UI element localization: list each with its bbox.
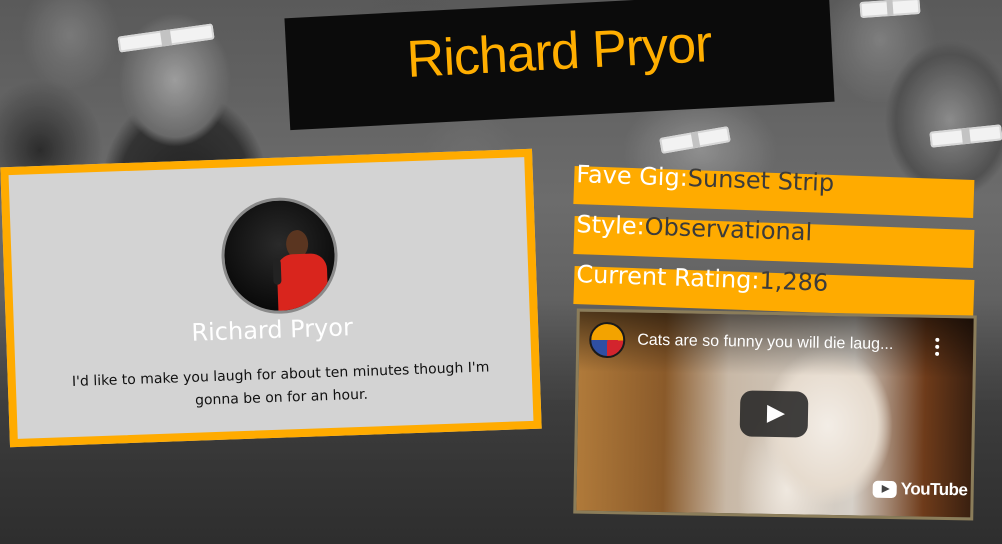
stat-value: 1,286 [759,266,829,297]
microphone-icon [272,258,282,285]
youtube-video-embed[interactable]: Cats are so funny you will die laug... Y… [573,308,977,521]
profile-name: Richard Pryor [190,313,354,347]
youtube-logo-text: YouTube [900,479,968,500]
stat-label: Style: [575,210,646,241]
avatar-suit [276,253,329,316]
3d-glasses [929,124,1002,148]
3d-glasses [117,23,215,53]
stat-label: Fave Gig: [575,160,689,192]
stat-label: Current Rating: [575,260,760,295]
3d-glasses [659,126,731,154]
avatar [219,195,340,316]
profile-quote: I'd like to make you laugh for about ten… [71,359,490,409]
stat-value: Observational [644,212,813,247]
profile-card: Richard Pryor I'd like to make you laugh… [0,148,542,448]
more-options-icon[interactable] [935,337,941,359]
youtube-play-icon [872,480,897,498]
page-title: Richard Pryor [405,15,713,89]
3d-glasses [859,0,921,19]
stat-value: Sunset Strip [687,163,835,198]
play-button[interactable] [739,390,809,438]
youtube-logo[interactable]: YouTube [872,479,968,501]
